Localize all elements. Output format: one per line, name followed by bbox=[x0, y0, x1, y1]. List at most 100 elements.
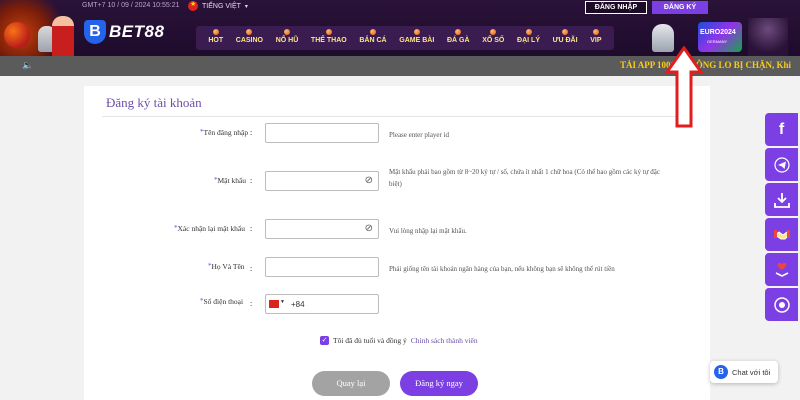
username-label-text: Tên đăng nhập bbox=[203, 128, 249, 137]
label-colon: : bbox=[250, 224, 253, 233]
registration-form: Đăng ký tài khoản *Tên đăng nhập : Pleas… bbox=[84, 86, 710, 400]
nav-item-game-bai[interactable]: GAME BÀI bbox=[399, 28, 435, 44]
password-hint: Mật khẩu phải bao gồm từ 8~20 ký tự / số… bbox=[389, 168, 661, 188]
main-nav: HOT CASINO NỔ HŨ THỂ THAO BẮN CÁ GAME BÀ… bbox=[196, 26, 614, 50]
form-title: Đăng ký tài khoản bbox=[106, 95, 202, 110]
nav-label: GAME BÀI bbox=[399, 36, 435, 44]
ball-icon bbox=[325, 28, 332, 35]
agreement-text: Tôi đã đủ tuổi và đồng ý bbox=[333, 336, 407, 345]
confirm-password-label: *Xác nhận lại mật khẩu bbox=[174, 224, 245, 233]
phone-input[interactable]: ▼ +84 bbox=[265, 294, 379, 314]
nav-label: ĐẠI LÝ bbox=[517, 36, 540, 44]
chat-label: Chat với tôi bbox=[732, 367, 771, 377]
chat-logo-icon: B bbox=[714, 365, 728, 379]
download-app-button[interactable] bbox=[765, 183, 798, 216]
confirm-password-hint: Vui lòng nhập lại mật khẩu. bbox=[389, 227, 467, 235]
language-selector[interactable]: TIẾNG VIỆT ▾ bbox=[188, 0, 248, 11]
nav-label: BẮN CÁ bbox=[359, 36, 387, 44]
player-image-right bbox=[748, 18, 788, 56]
agreement-row: ✓ Tôi đã đủ tuổi và đồng ý Chính sách th… bbox=[320, 336, 478, 345]
label-colon: : bbox=[250, 264, 253, 273]
nav-item-the-thao[interactable]: THỂ THAO bbox=[310, 28, 347, 44]
vietnam-flag-icon[interactable] bbox=[269, 300, 279, 308]
logo-shield-icon: B bbox=[84, 20, 106, 44]
username-hint: Please enter player id bbox=[389, 131, 450, 139]
nav-item-ban-ca[interactable]: BẮN CÁ bbox=[359, 28, 387, 44]
nav-label: XỔ SỐ bbox=[482, 36, 505, 44]
username-input[interactable] bbox=[265, 123, 379, 143]
player-image-left bbox=[52, 16, 74, 56]
nav-item-xo-so[interactable]: XỔ SỐ bbox=[482, 28, 505, 44]
telegram-button[interactable] bbox=[765, 148, 798, 181]
ball-icon bbox=[592, 28, 599, 35]
euro-badge-subtitle: GERMANY bbox=[707, 39, 728, 44]
eye-slash-icon[interactable]: ⊘ bbox=[365, 223, 373, 234]
nav-item-vip[interactable]: VIP bbox=[590, 28, 602, 44]
telegram-icon bbox=[773, 156, 790, 173]
nav-label: ƯU ĐÃI bbox=[552, 36, 578, 44]
support-button[interactable] bbox=[765, 288, 798, 321]
nav-item-no-hu[interactable]: NỔ HŨ bbox=[275, 28, 299, 44]
nav-item-uu-dai[interactable]: ƯU ĐÃI bbox=[552, 28, 578, 44]
password-input[interactable]: ⊘ bbox=[265, 171, 379, 191]
fullname-label: *Họ Và Tên bbox=[208, 262, 245, 271]
ball-icon bbox=[413, 28, 420, 35]
fullname-label-text: Họ Và Tên bbox=[211, 262, 245, 271]
confirm-password-input[interactable]: ⊘ bbox=[265, 219, 379, 239]
promotion-button[interactable] bbox=[765, 253, 798, 286]
phone-label-text: Số điện thoại bbox=[203, 297, 244, 306]
label-colon: : bbox=[250, 128, 253, 137]
site-logo[interactable]: B BET88 bbox=[84, 20, 164, 44]
logo-text: BET88 bbox=[109, 22, 165, 41]
member-policy-link[interactable]: Chính sách thành viên bbox=[411, 336, 478, 345]
chat-widget[interactable]: B Chat với tôi bbox=[710, 361, 778, 383]
datetime-text: GMT+7 10 / 09 / 2024 10:55:21 bbox=[82, 2, 180, 9]
nav-item-da-ga[interactable]: ĐÁ GÀ bbox=[446, 28, 470, 44]
ball-icon bbox=[283, 28, 290, 35]
ball-icon bbox=[525, 28, 532, 35]
nav-label: CASINO bbox=[235, 36, 264, 44]
caret-down-icon: ▾ bbox=[244, 3, 248, 10]
nav-item-hot[interactable]: HOT bbox=[208, 28, 224, 44]
fullname-input[interactable] bbox=[265, 257, 379, 277]
login-button[interactable]: ĐĂNG NHẬP bbox=[585, 1, 647, 14]
support-eye-icon bbox=[773, 296, 790, 313]
back-button[interactable]: Quay lại bbox=[312, 371, 390, 396]
ball-icon bbox=[246, 28, 253, 35]
phone-label: *Số điện thoại bbox=[200, 297, 243, 306]
language-label: TIẾNG VIỆT bbox=[202, 2, 241, 10]
password-label: *Mật khẩu bbox=[214, 176, 246, 185]
username-label: *Tên đăng nhập bbox=[200, 128, 248, 137]
announcement-text: TẢI APP 100% KHÔNG LO BỊ CHẶN, Khi bbox=[620, 60, 792, 70]
caret-down-icon[interactable]: ▼ bbox=[280, 300, 285, 305]
speaker-icon: 🔈 bbox=[22, 61, 34, 71]
ball-icon bbox=[369, 28, 376, 35]
label-colon: : bbox=[250, 299, 253, 308]
nav-label: VIP bbox=[590, 36, 602, 44]
ball-icon bbox=[562, 28, 569, 35]
agent-button[interactable] bbox=[765, 218, 798, 251]
ball-icon bbox=[455, 28, 462, 35]
label-colon: : bbox=[250, 176, 253, 185]
football-image bbox=[4, 22, 30, 48]
register-button[interactable]: ĐĂNG KÝ bbox=[652, 1, 708, 14]
ball-icon bbox=[212, 28, 219, 35]
agreement-checkbox[interactable]: ✓ bbox=[320, 336, 329, 345]
nav-label: NỔ HŨ bbox=[275, 36, 299, 44]
nav-label: THỂ THAO bbox=[310, 36, 347, 44]
password-label-text: Mật khẩu bbox=[217, 176, 247, 185]
eye-slash-icon[interactable]: ⊘ bbox=[365, 175, 373, 186]
nav-item-casino[interactable]: CASINO bbox=[235, 28, 264, 44]
heart-hand-icon bbox=[775, 262, 788, 277]
euro2024-badge: EURO2024 GERMANY bbox=[698, 22, 742, 52]
nav-item-dai-ly[interactable]: ĐẠI LÝ bbox=[517, 28, 540, 44]
nav-label: HOT bbox=[208, 36, 224, 44]
vietnam-flag-icon bbox=[188, 0, 198, 11]
title-divider bbox=[102, 116, 688, 117]
nav-label: ĐÁ GÀ bbox=[446, 36, 470, 44]
fullname-hint: Phải giống tên tài khoản ngân hàng của b… bbox=[389, 265, 615, 273]
red-arrow-annotation bbox=[664, 46, 704, 128]
facebook-button[interactable]: f bbox=[765, 113, 798, 146]
register-now-button[interactable]: Đăng ký ngay bbox=[400, 371, 478, 396]
handshake-icon bbox=[773, 229, 790, 239]
